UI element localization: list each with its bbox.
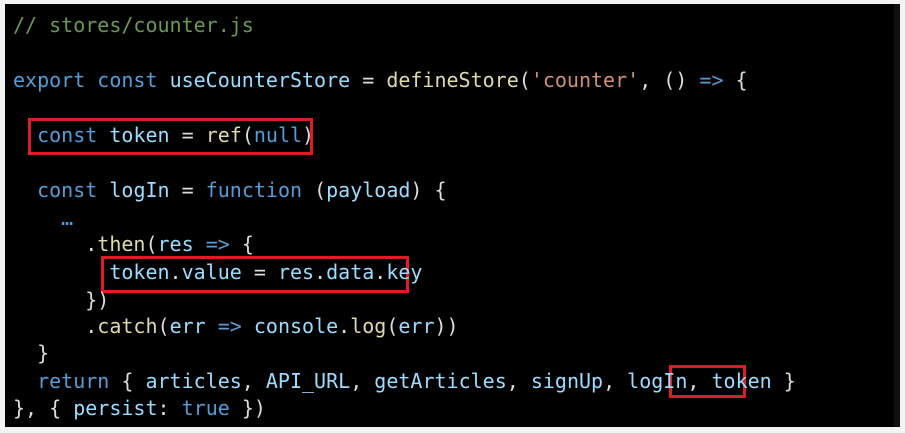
code-line[interactable]: // stores/counter.js (13, 11, 254, 39)
code-token: // stores/counter.js (13, 13, 254, 37)
code-token: , (603, 369, 628, 393)
code-token: 'counter' (530, 68, 640, 92)
code-token: ( (302, 178, 327, 202)
code-token: . (169, 260, 182, 284)
code-token: ( (241, 123, 254, 147)
code-token: token (109, 260, 170, 284)
code-token: } (13, 341, 50, 365)
code-token: } (771, 369, 796, 393)
code-token: . (338, 314, 351, 338)
code-token: => (217, 314, 242, 338)
code-token: ( (518, 68, 531, 92)
code-token: err (398, 314, 435, 338)
code-token: ( (386, 314, 399, 338)
code-token: … (13, 206, 74, 230)
code-token: value (181, 260, 242, 284)
code-token: ( (157, 314, 170, 338)
code-token: )) (434, 314, 459, 338)
code-token: res (157, 232, 194, 256)
code-token: ) (302, 123, 315, 147)
code-token: token (711, 369, 772, 393)
code-line[interactable]: export const useCounterStore = defineSto… (13, 66, 748, 94)
code-token: console (253, 314, 339, 338)
code-token: const (97, 68, 158, 92)
code-token: , (241, 369, 266, 393)
code-line[interactable]: } (13, 339, 49, 367)
code-token: useCounterStore (169, 68, 351, 92)
code-line[interactable]: const token = ref(null) (13, 121, 314, 149)
code-token: err (169, 314, 206, 338)
code-line[interactable]: … (13, 204, 73, 232)
code-token: . (314, 260, 327, 284)
code-line[interactable]: .then(res => { (13, 230, 254, 258)
code-token: return (37, 369, 110, 393)
code-token: ref (205, 123, 242, 147)
code-token: getArticles (374, 369, 507, 393)
scrollbar-track[interactable] (894, 4, 900, 427)
code-token: payload (326, 178, 411, 202)
code-token: { (229, 232, 254, 256)
code-token: null (253, 123, 303, 147)
code-token: = (169, 178, 206, 202)
code-line[interactable]: return { articles, API_URL, getArticles,… (13, 367, 796, 395)
code-token: const (37, 123, 98, 147)
code-token: = (169, 123, 206, 147)
code-token: , (687, 369, 712, 393)
code-token: . (374, 260, 387, 284)
code-token: persist (73, 396, 158, 420)
code-token: true (181, 396, 230, 420)
code-token: = (350, 68, 387, 92)
code-token: logIn (109, 178, 170, 202)
code-token: , () (639, 68, 700, 92)
code-token: . (13, 232, 98, 256)
code-line[interactable]: token.value = res.data.key (13, 258, 422, 286)
code-token: res (277, 260, 315, 284)
code-token: ) { (410, 178, 447, 202)
code-token: log (350, 314, 387, 338)
code-line[interactable]: }) (13, 286, 109, 314)
code-token: { (723, 68, 748, 92)
screenshot-frame: // stores/counter.js export const useCoun… (0, 0, 905, 433)
code-token: API_URL (265, 369, 351, 393)
code-token: const (37, 178, 98, 202)
code-token: logIn (627, 369, 688, 393)
code-token: , (350, 369, 375, 393)
code-token: }) (13, 288, 110, 312)
code-token: . (13, 314, 98, 338)
code-token: signUp (530, 369, 604, 393)
code-token: key (386, 260, 423, 284)
code-token: function (205, 178, 303, 202)
code-line[interactable]: .catch(err => console.log(err)) (13, 312, 459, 340)
code-token: = (241, 260, 278, 284)
code-token: }) (229, 396, 266, 420)
code-token: }, { (13, 396, 74, 420)
code-line[interactable]: const logIn = function (payload) { (13, 176, 447, 204)
code-token: defineStore (386, 68, 519, 92)
code-token: , (506, 369, 531, 393)
code-token: articles (145, 369, 242, 393)
code-token: : (157, 396, 182, 420)
code-token: ( (145, 232, 158, 256)
code-token: { (109, 369, 146, 393)
code-token: => (699, 68, 724, 92)
code-token: export (13, 68, 86, 92)
code-token: then (97, 232, 146, 256)
code-token: token (109, 123, 170, 147)
code-token: catch (97, 314, 158, 338)
code-line[interactable]: }, { persist: true }) (13, 394, 266, 422)
code-token: data (326, 260, 375, 284)
code-token: => (205, 232, 230, 256)
code-editor[interactable]: // stores/counter.js export const useCoun… (5, 4, 900, 427)
